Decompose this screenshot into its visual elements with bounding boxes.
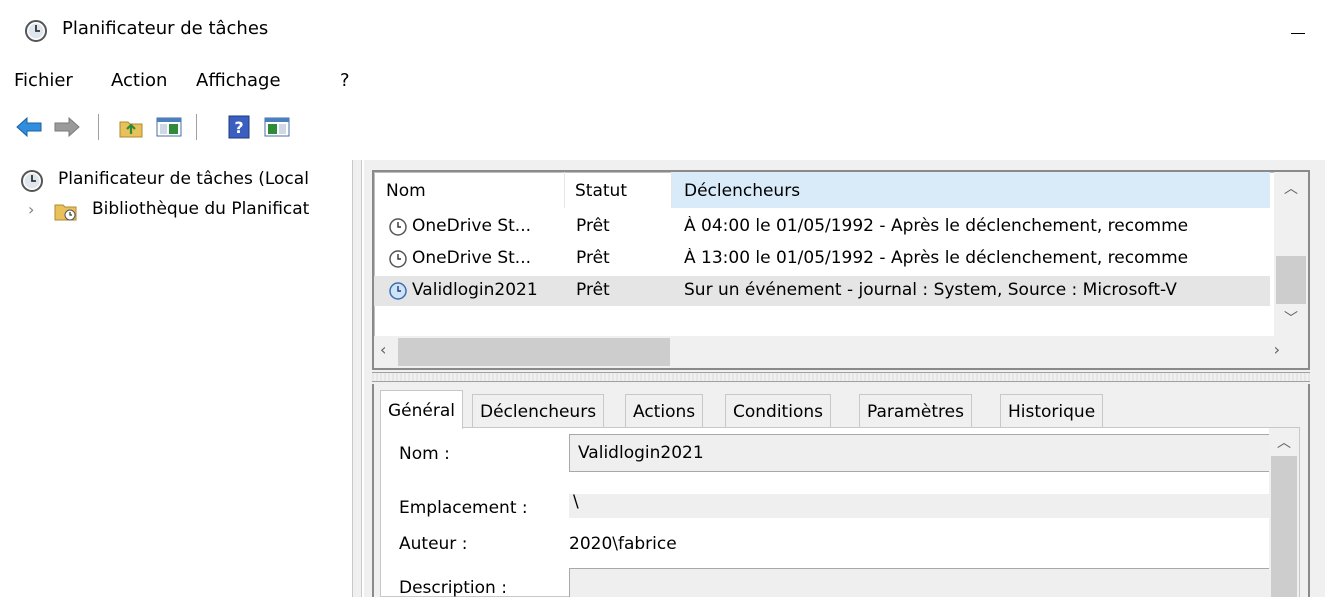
location-value: \ <box>573 492 579 512</box>
show-hide-action-pane-icon <box>264 117 290 137</box>
scroll-down-icon[interactable]: ﹀ <box>1274 308 1308 332</box>
forward-icon <box>54 116 80 138</box>
expand-chevron-icon[interactable]: › <box>28 200 34 219</box>
menu-affichage[interactable]: Affichage <box>196 70 281 91</box>
task-scheduler-clock-icon <box>25 20 47 42</box>
scroll-up-icon[interactable]: ︿ <box>1269 432 1299 452</box>
svg-text:?: ? <box>234 118 243 137</box>
author-label: Auteur : <box>399 534 468 554</box>
horizontal-splitter[interactable] <box>372 372 1310 382</box>
tab-actions[interactable]: Actions <box>625 394 704 428</box>
name-field[interactable]: Validlogin2021 <box>569 434 1271 472</box>
table-row[interactable]: OneDrive St... Prêt À 04:00 le 01/05/199… <box>374 212 1270 242</box>
author-value: 2020\fabrice <box>569 534 677 554</box>
task-trigger: À 13:00 le 01/05/1992 - Après le déclenc… <box>684 248 1189 268</box>
title-bar: Planificateur de tâches <box>0 0 1325 62</box>
tab-historique[interactable]: Historique <box>1000 394 1104 428</box>
tab-conditions[interactable]: Conditions <box>725 394 831 428</box>
task-clock-icon <box>389 218 407 236</box>
task-clock-icon <box>389 250 407 268</box>
description-label: Description : <box>399 578 507 597</box>
table-row[interactable]: OneDrive St... Prêt À 13:00 le 01/05/199… <box>374 244 1270 274</box>
scroll-right-icon[interactable]: › <box>1274 340 1280 359</box>
task-scheduler-clock-icon <box>21 170 43 192</box>
scroll-up-icon[interactable]: ︿ <box>1274 178 1308 202</box>
up-folder-button[interactable] <box>116 112 146 142</box>
task-list-horizontal-scrollbar[interactable]: ‹ › <box>374 336 1308 368</box>
task-clock-icon <box>389 282 407 300</box>
console-tree: Planificateur de tâches (Local › Bibliot… <box>0 160 355 597</box>
column-header-nom[interactable]: Nom <box>374 172 564 208</box>
results-pane: Nom Statut Déclencheurs OneDrive St... P… <box>364 160 1325 597</box>
show-hide-console-tree-icon <box>156 117 182 137</box>
tree-item-task-scheduler-local[interactable]: Planificateur de tâches (Local <box>0 166 352 194</box>
description-field[interactable] <box>569 568 1271 597</box>
vertical-splitter[interactable] <box>352 160 362 597</box>
task-detail-pane: Général Déclencheurs Actions Conditions … <box>372 384 1310 597</box>
name-label: Nom : <box>399 444 450 464</box>
task-name: OneDrive St... <box>412 248 532 268</box>
menu-bar: Fichier Action Affichage ? <box>0 62 1325 100</box>
tab-general[interactable]: Général <box>380 390 463 429</box>
table-row-selected[interactable]: Validlogin2021 Prêt Sur un événement - j… <box>374 276 1270 306</box>
window-title: Planificateur de tâches <box>62 18 269 39</box>
minimize-button[interactable] <box>1285 18 1311 44</box>
scroll-left-icon[interactable]: ‹ <box>380 340 386 359</box>
task-status: Prêt <box>576 280 610 300</box>
task-list-vertical-scrollbar[interactable]: ︿ ﹀ <box>1274 172 1308 336</box>
show-hide-action-pane-button[interactable] <box>262 112 292 142</box>
location-field <box>569 494 1271 518</box>
scroll-thumb[interactable] <box>1276 256 1306 304</box>
back-button[interactable] <box>14 112 44 142</box>
up-folder-icon <box>119 121 143 138</box>
back-icon <box>16 116 42 138</box>
scroll-thumb[interactable] <box>398 338 670 366</box>
help-icon: ? <box>228 115 250 139</box>
menu-help[interactable]: ? <box>340 70 350 91</box>
menu-action[interactable]: Action <box>111 70 167 91</box>
general-tab-content: Nom : Validlogin2021 Emplacement : \ Aut… <box>380 427 1300 597</box>
detail-vertical-scrollbar[interactable]: ︿ <box>1269 428 1299 597</box>
location-label: Emplacement : <box>399 498 528 518</box>
task-name: OneDrive St... <box>412 216 532 236</box>
scroll-thumb[interactable] <box>1271 456 1297 597</box>
task-status: Prêt <box>576 248 610 268</box>
column-header-declencheurs[interactable]: Déclencheurs <box>672 172 1270 208</box>
folder-clock-icon <box>54 204 77 221</box>
tab-parametres[interactable]: Paramètres <box>859 394 972 428</box>
menu-fichier[interactable]: Fichier <box>14 70 73 91</box>
task-trigger: À 04:00 le 01/05/1992 - Après le déclenc… <box>684 216 1189 236</box>
show-hide-console-tree-button[interactable] <box>154 112 184 142</box>
toolbar: ? <box>0 104 1325 148</box>
help-button[interactable]: ? <box>224 112 254 142</box>
task-name: Validlogin2021 <box>412 280 538 300</box>
tree-item-label: Planificateur de tâches (Local <box>58 169 309 189</box>
tree-item-library[interactable]: › Bibliothèque du Planificat <box>0 196 352 224</box>
task-status: Prêt <box>576 216 610 236</box>
task-list: Nom Statut Déclencheurs OneDrive St... P… <box>372 170 1310 370</box>
tab-declencheurs[interactable]: Déclencheurs <box>472 394 605 428</box>
forward-button[interactable] <box>52 112 82 142</box>
tree-item-label: Bibliothèque du Planificat <box>92 199 310 219</box>
column-header-statut[interactable]: Statut <box>565 172 671 208</box>
task-trigger: Sur un événement - journal : System, Sou… <box>684 280 1177 300</box>
